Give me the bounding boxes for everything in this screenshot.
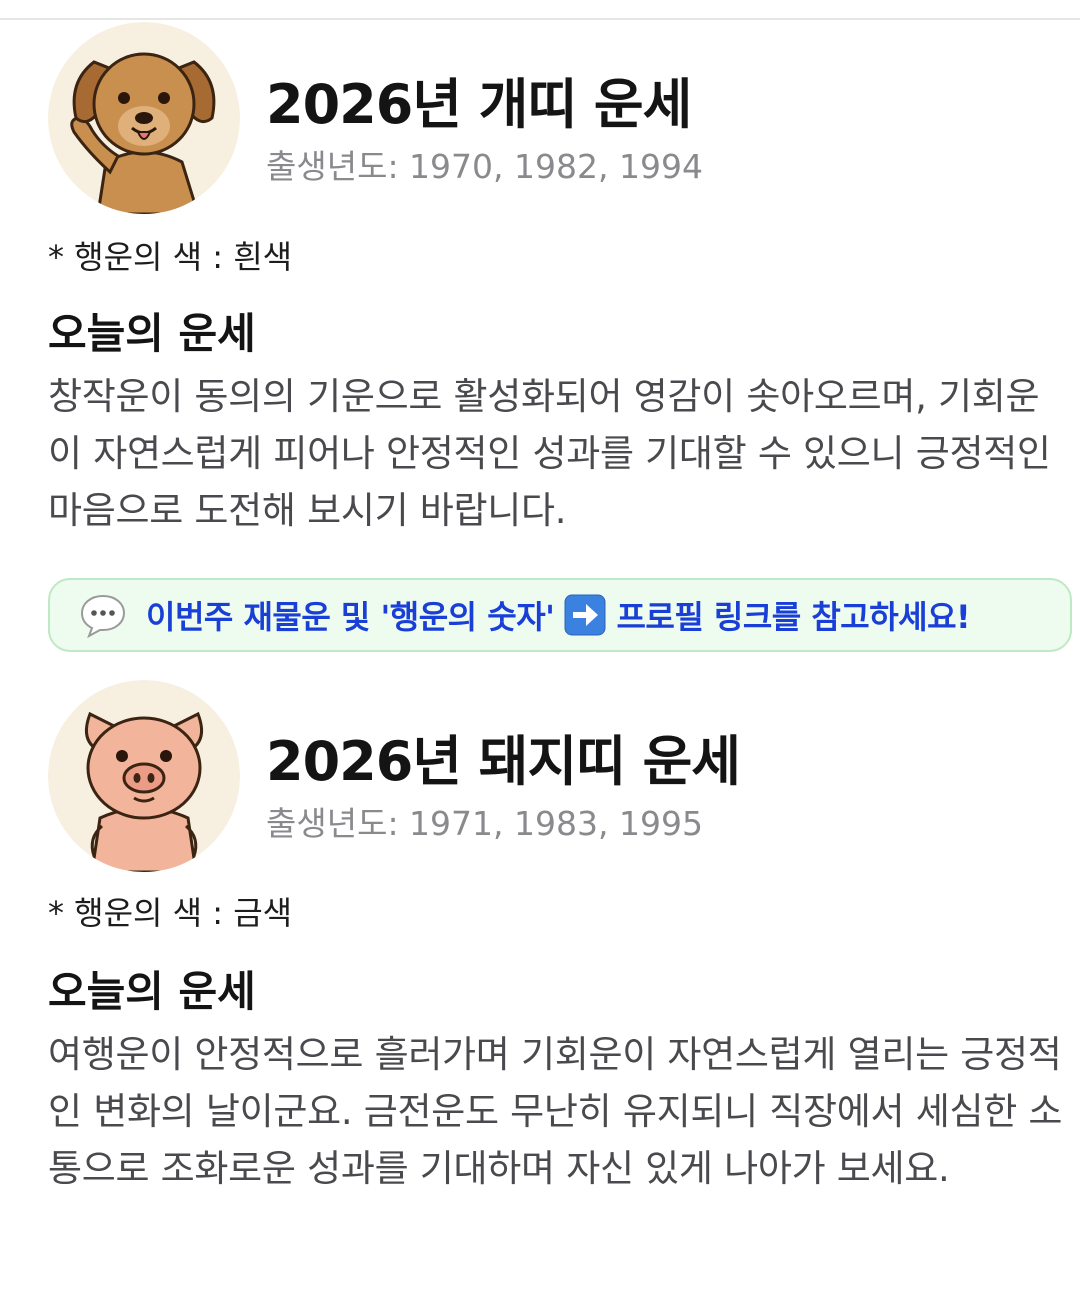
banner-text-before: 이번주 재물운 및 '행운의 숫자' — [146, 598, 555, 636]
top-divider — [0, 18, 1080, 20]
dog-icon — [48, 22, 240, 214]
right-arrow-icon — [564, 594, 606, 636]
dog-avatar — [48, 22, 240, 214]
pig-icon — [48, 680, 240, 872]
banner-text: 이번주 재물운 및 '행운의 숫자' 프로필 링크를 참고하세요! — [146, 592, 971, 638]
dog-lucky-color: * 행운의 색 : 흰색 — [48, 238, 293, 276]
pig-today-heading: 오늘의 운세 — [48, 967, 256, 1016]
dog-today-heading: 오늘의 운세 — [48, 309, 256, 358]
profile-link-banner[interactable]: 이번주 재물운 및 '행운의 숫자' 프로필 링크를 참고하세요! — [48, 578, 1072, 652]
pig-fortune-title: 2026년 돼지띠 운세 — [266, 730, 741, 793]
pig-lucky-color: * 행운의 색 : 금색 — [48, 894, 293, 932]
dog-fortune-text: 창작운이 동의의 기운으로 활성화되어 영감이 솟아오르며, 기회운이 자연스럽… — [48, 375, 1051, 532]
pig-avatar — [48, 680, 240, 872]
banner-text-after: 프로필 링크를 참고하세요! — [616, 598, 971, 636]
pig-fortune-text: 여행운이 안정적으로 흘러가며 기회운이 자연스럽게 열리는 긍정적인 변화의 … — [48, 1033, 1063, 1190]
dog-birth-years: 출생년도: 1970, 1982, 1994 — [266, 147, 703, 186]
dog-fortune-title: 2026년 개띠 운세 — [266, 73, 692, 136]
speech-bubble-icon — [80, 594, 126, 639]
pig-birth-years: 출생년도: 1971, 1983, 1995 — [266, 804, 703, 843]
